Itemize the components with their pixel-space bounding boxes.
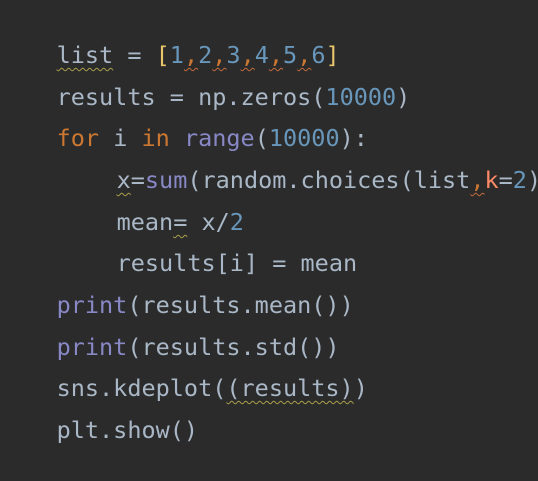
token-code: plt.show(): [56, 416, 199, 444]
code-line-3[interactable]: for i in range(10000):: [0, 87, 368, 152]
token-code-warning: (results): [226, 374, 354, 402]
code-line-4[interactable]: x=sum(random.choices(list,k=2)): [0, 129, 538, 194]
token-parameter: k: [484, 166, 499, 194]
code-line-5[interactable]: mean= x/2: [0, 171, 244, 236]
code-editor[interactable]: list = [1,2,3,4,5,6] results = np.zeros(…: [0, 0, 538, 444]
code-line-8[interactable]: print(results.std()): [0, 296, 340, 361]
code-line-10[interactable]: plt.show(): [0, 379, 198, 444]
token-number: 2: [512, 166, 527, 194]
token-operator: =: [498, 166, 513, 194]
code-line-6[interactable]: results[i] = mean: [0, 212, 358, 277]
token-paren-close: )): [527, 166, 538, 194]
code-line-1[interactable]: list = [1,2,3,4,5,6]: [0, 4, 340, 69]
code-line-2[interactable]: results = np.zeros(10000): [0, 46, 411, 111]
code-line-7[interactable]: print(results.mean()): [0, 254, 354, 319]
token-comma: ,: [470, 166, 485, 194]
token-code: ): [396, 83, 411, 111]
token-code: ): [353, 374, 368, 402]
code-line-9[interactable]: sns.kdeplot((results)): [0, 337, 368, 402]
